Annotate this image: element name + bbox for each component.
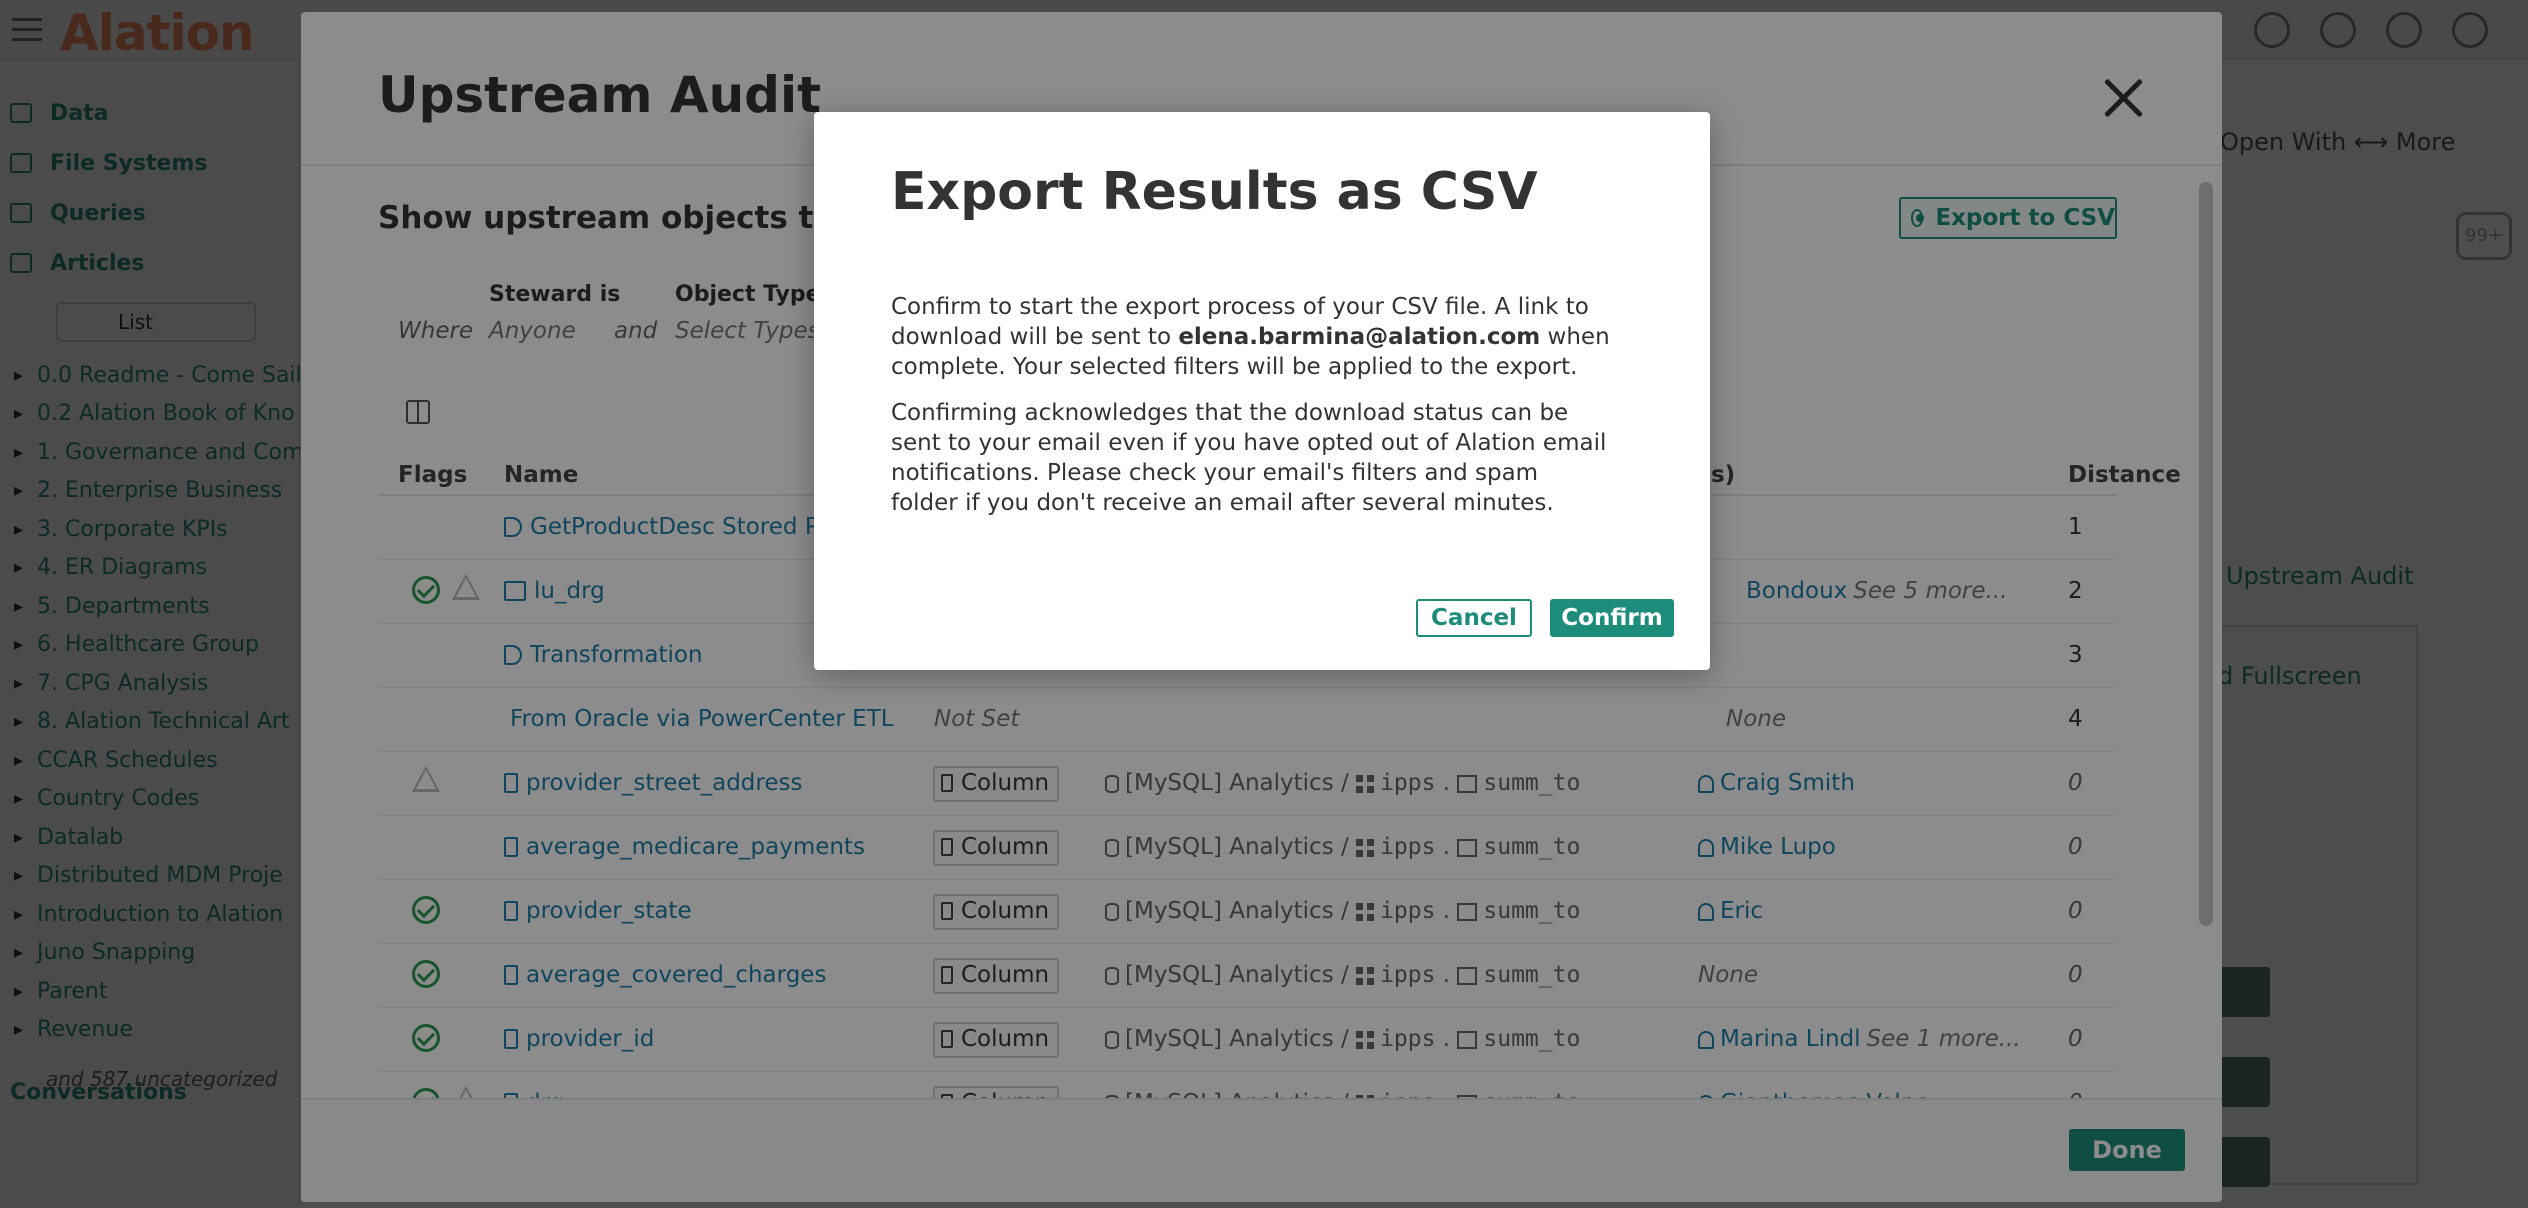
email-address: elena.barmina@alation.com (1178, 324, 1541, 350)
cancel-button[interactable]: Cancel (1416, 599, 1532, 637)
dialog-message: Confirm to start the export process of y… (891, 292, 1611, 382)
export-csv-dialog: Export Results as CSV Confirm to start t… (814, 112, 1710, 670)
dialog-title: Export Results as CSV (891, 162, 1538, 222)
dialog-notice: Confirming acknowledges that the downloa… (891, 400, 1607, 516)
confirm-button[interactable]: Confirm (1550, 599, 1674, 637)
